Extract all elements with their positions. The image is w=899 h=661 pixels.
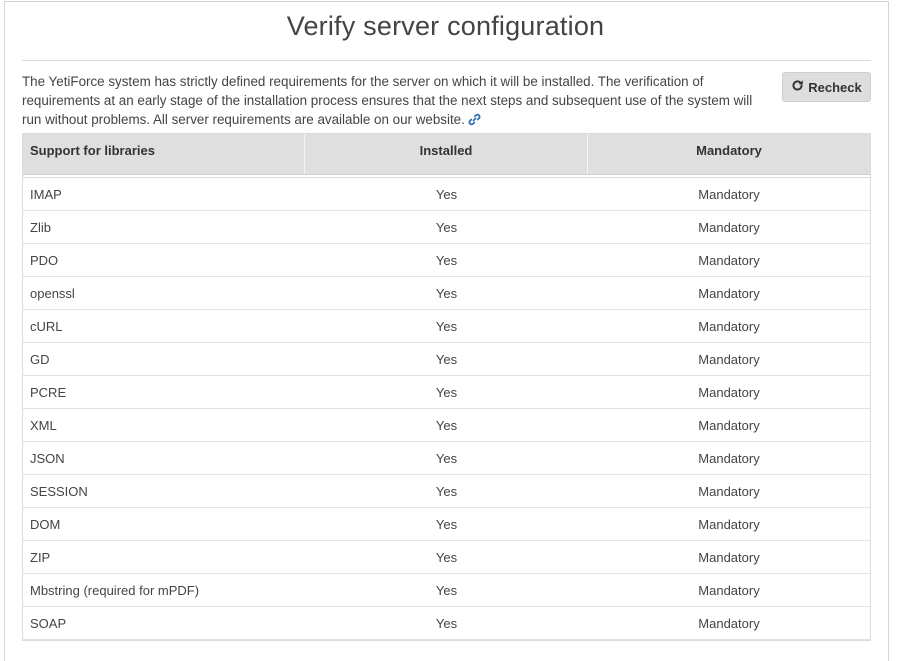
table-row: SOAP Yes Mandatory — [23, 607, 870, 640]
library-name-cell: IMAP — [30, 186, 62, 202]
library-name-cell: GD — [30, 351, 50, 367]
installed-cell: Yes — [435, 483, 458, 499]
column-header-library[interactable]: Support for libraries — [23, 134, 305, 174]
column-header-installed[interactable]: Installed — [305, 134, 588, 174]
installed-cell: Yes — [435, 417, 458, 433]
installed-cell: Yes — [435, 582, 458, 598]
mandatory-cell: Mandatory — [698, 351, 760, 367]
page-title: Verify server configuration — [286, 11, 605, 41]
mandatory-cell: Mandatory — [698, 252, 760, 268]
installed-cell: Yes — [435, 384, 458, 400]
mandatory-cell: Mandatory — [698, 285, 760, 301]
installed-cell: Yes — [435, 615, 458, 631]
link-icon[interactable] — [468, 112, 481, 131]
table-row: JSON Yes Mandatory — [23, 442, 870, 475]
mandatory-cell: Mandatory — [698, 186, 760, 202]
recheck-button-label: Recheck — [808, 79, 862, 95]
table-row: Zlib Yes Mandatory — [23, 211, 870, 244]
mandatory-cell: Mandatory — [698, 582, 760, 598]
library-name-cell: SESSION — [30, 483, 88, 499]
installed-cell: Yes — [435, 219, 458, 235]
table-row: IMAP Yes Mandatory — [23, 178, 870, 211]
library-name-cell: PCRE — [30, 384, 67, 400]
library-name-cell: cURL — [30, 318, 63, 334]
mandatory-cell: Mandatory — [698, 219, 760, 235]
library-name-cell: SOAP — [30, 615, 67, 631]
library-name-cell: ZIP — [30, 549, 51, 565]
table-header: Support for libraries Installed Mandator… — [23, 134, 870, 175]
table-row: ZIP Yes Mandatory — [23, 541, 870, 574]
table-row: PDO Yes Mandatory — [23, 244, 870, 277]
library-name-cell: Mbstring (required for mPDF) — [30, 582, 200, 598]
installed-cell: Yes — [435, 318, 458, 334]
library-name-cell: XML — [30, 417, 57, 433]
table-row: DOM Yes Mandatory — [23, 508, 870, 541]
installed-cell: Yes — [435, 516, 458, 532]
mandatory-cell: Mandatory — [698, 450, 760, 466]
table-row: openssl Yes Mandatory — [23, 277, 870, 310]
mandatory-cell: Mandatory — [698, 549, 760, 565]
installed-cell: Yes — [435, 351, 458, 367]
column-header-mandatory[interactable]: Mandatory — [588, 134, 870, 174]
library-name-cell: openssl — [30, 285, 75, 301]
table-row: cURL Yes Mandatory — [23, 310, 870, 343]
library-name-cell: DOM — [30, 516, 61, 532]
table-row: Mbstring (required for mPDF) Yes Mandato… — [23, 574, 870, 607]
mandatory-cell: Mandatory — [698, 318, 760, 334]
mandatory-cell: Mandatory — [698, 384, 760, 400]
installed-cell: Yes — [435, 549, 458, 565]
table-row: GD Yes Mandatory — [23, 343, 870, 376]
requirements-description-text: The YetiForce system has strictly define… — [22, 74, 753, 127]
installed-cell: Yes — [435, 186, 458, 202]
table-row: PCRE Yes Mandatory — [23, 376, 870, 409]
table-body: IMAP Yes Mandatory Zlib Yes Mandatory PD… — [23, 178, 870, 640]
installed-cell: Yes — [435, 450, 458, 466]
recheck-button[interactable]: Recheck — [782, 72, 871, 102]
table-row: XML Yes Mandatory — [23, 409, 870, 442]
mandatory-cell: Mandatory — [698, 483, 760, 499]
requirements-description: The YetiForce system has strictly define… — [22, 72, 774, 131]
library-name-cell: PDO — [30, 252, 59, 268]
title-divider — [22, 60, 871, 61]
mandatory-cell: Mandatory — [698, 417, 760, 433]
mandatory-cell: Mandatory — [698, 615, 760, 631]
table-row: SESSION Yes Mandatory — [23, 475, 870, 508]
libraries-table: Support for libraries Installed Mandator… — [22, 133, 871, 641]
library-name-cell: Zlib — [30, 219, 51, 235]
installed-cell: Yes — [435, 252, 458, 268]
redo-icon — [791, 79, 804, 95]
library-name-cell: JSON — [30, 450, 65, 466]
mandatory-cell: Mandatory — [698, 516, 760, 532]
installed-cell: Yes — [435, 285, 458, 301]
